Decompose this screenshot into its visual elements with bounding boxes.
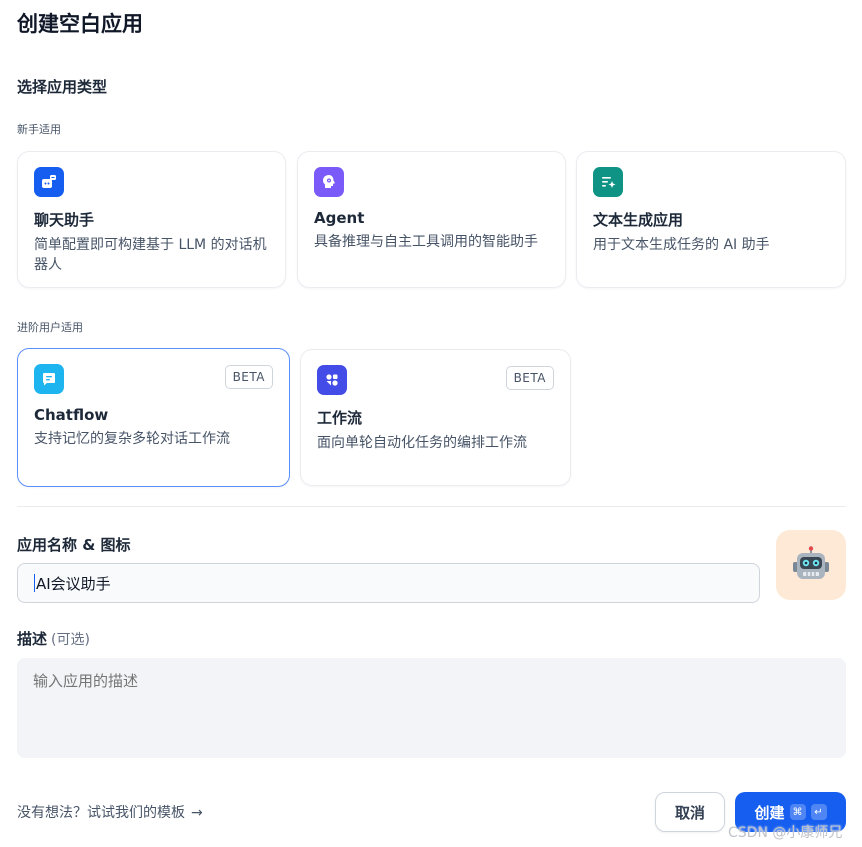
workflow-icon [317,365,347,395]
description-textarea[interactable] [17,658,846,758]
card-title: 工作流 [317,409,363,427]
agent-icon [314,167,344,197]
robot-icon [793,546,829,579]
create-button-label: 创建 [754,804,785,822]
beta-badge: BETA [224,365,273,389]
app-type-section-title: 选择应用类型 [17,78,108,96]
enter-key-icon: ↵ [810,804,827,820]
chatflow-icon [34,364,64,394]
app-name-value: AI会议助手 [36,574,111,593]
optional-hint: (可选) [51,632,90,648]
try-templates-link[interactable]: 没有想法？试试我们的模板 → [17,802,203,822]
page-title: 创建空白应用 [17,12,143,36]
app-name-input[interactable]: AI会议助手 [17,563,760,603]
app-type-card-workflow[interactable]: BETA 工作流 面向单轮自动化任务的编排工作流 [300,349,571,486]
beginner-group-label: 新手适用 [17,123,61,136]
card-description: 用于文本生成任务的 AI 助手 [593,237,770,253]
card-title: 聊天助手 [34,211,95,229]
arrow-right-icon: → [191,805,203,821]
text-generation-icon [593,167,623,197]
watermark: CSDN @小康师兄 [728,825,843,841]
card-title: Chatflow [34,406,109,424]
app-icon-picker[interactable] [776,530,846,600]
try-templates-text: 没有想法？试试我们的模板 [17,805,185,821]
text-caret [34,574,35,592]
card-description: 面向单轮自动化任务的编排工作流 [317,435,527,451]
app-name-label: 应用名称 & 图标 [17,536,131,554]
advanced-group-label: 进阶用户适用 [17,321,83,334]
beta-badge: BETA [505,366,554,390]
card-description: 简单配置即可构建基于 LLM 的对话机器人 [34,237,267,273]
card-title: 文本生成应用 [593,211,684,229]
app-type-card-chatbot[interactable]: 聊天助手 简单配置即可构建基于 LLM 的对话机器人 [17,151,286,288]
section-divider [17,506,846,507]
app-type-card-chatflow[interactable]: BETA Chatflow 支持记忆的复杂多轮对话工作流 [17,348,290,487]
create-app-dialog: 创建空白应用 选择应用类型 新手适用 聊天助手 简单配置即可构建基于 LLM 的… [0,0,862,847]
chat-bot-icon [34,167,64,197]
description-label: 描述 (可选) [17,628,90,649]
command-key-icon: ⌘ [789,804,806,820]
cancel-button[interactable]: 取消 [655,792,725,832]
card-description: 支持记忆的复杂多轮对话工作流 [34,431,230,447]
app-type-card-text-generation[interactable]: 文本生成应用 用于文本生成任务的 AI 助手 [576,151,846,288]
card-description: 具备推理与自主工具调用的智能助手 [314,234,538,250]
description-label-text: 描述 [17,630,48,648]
app-type-card-agent[interactable]: Agent 具备推理与自主工具调用的智能助手 [297,151,566,288]
card-title: Agent [314,209,365,227]
